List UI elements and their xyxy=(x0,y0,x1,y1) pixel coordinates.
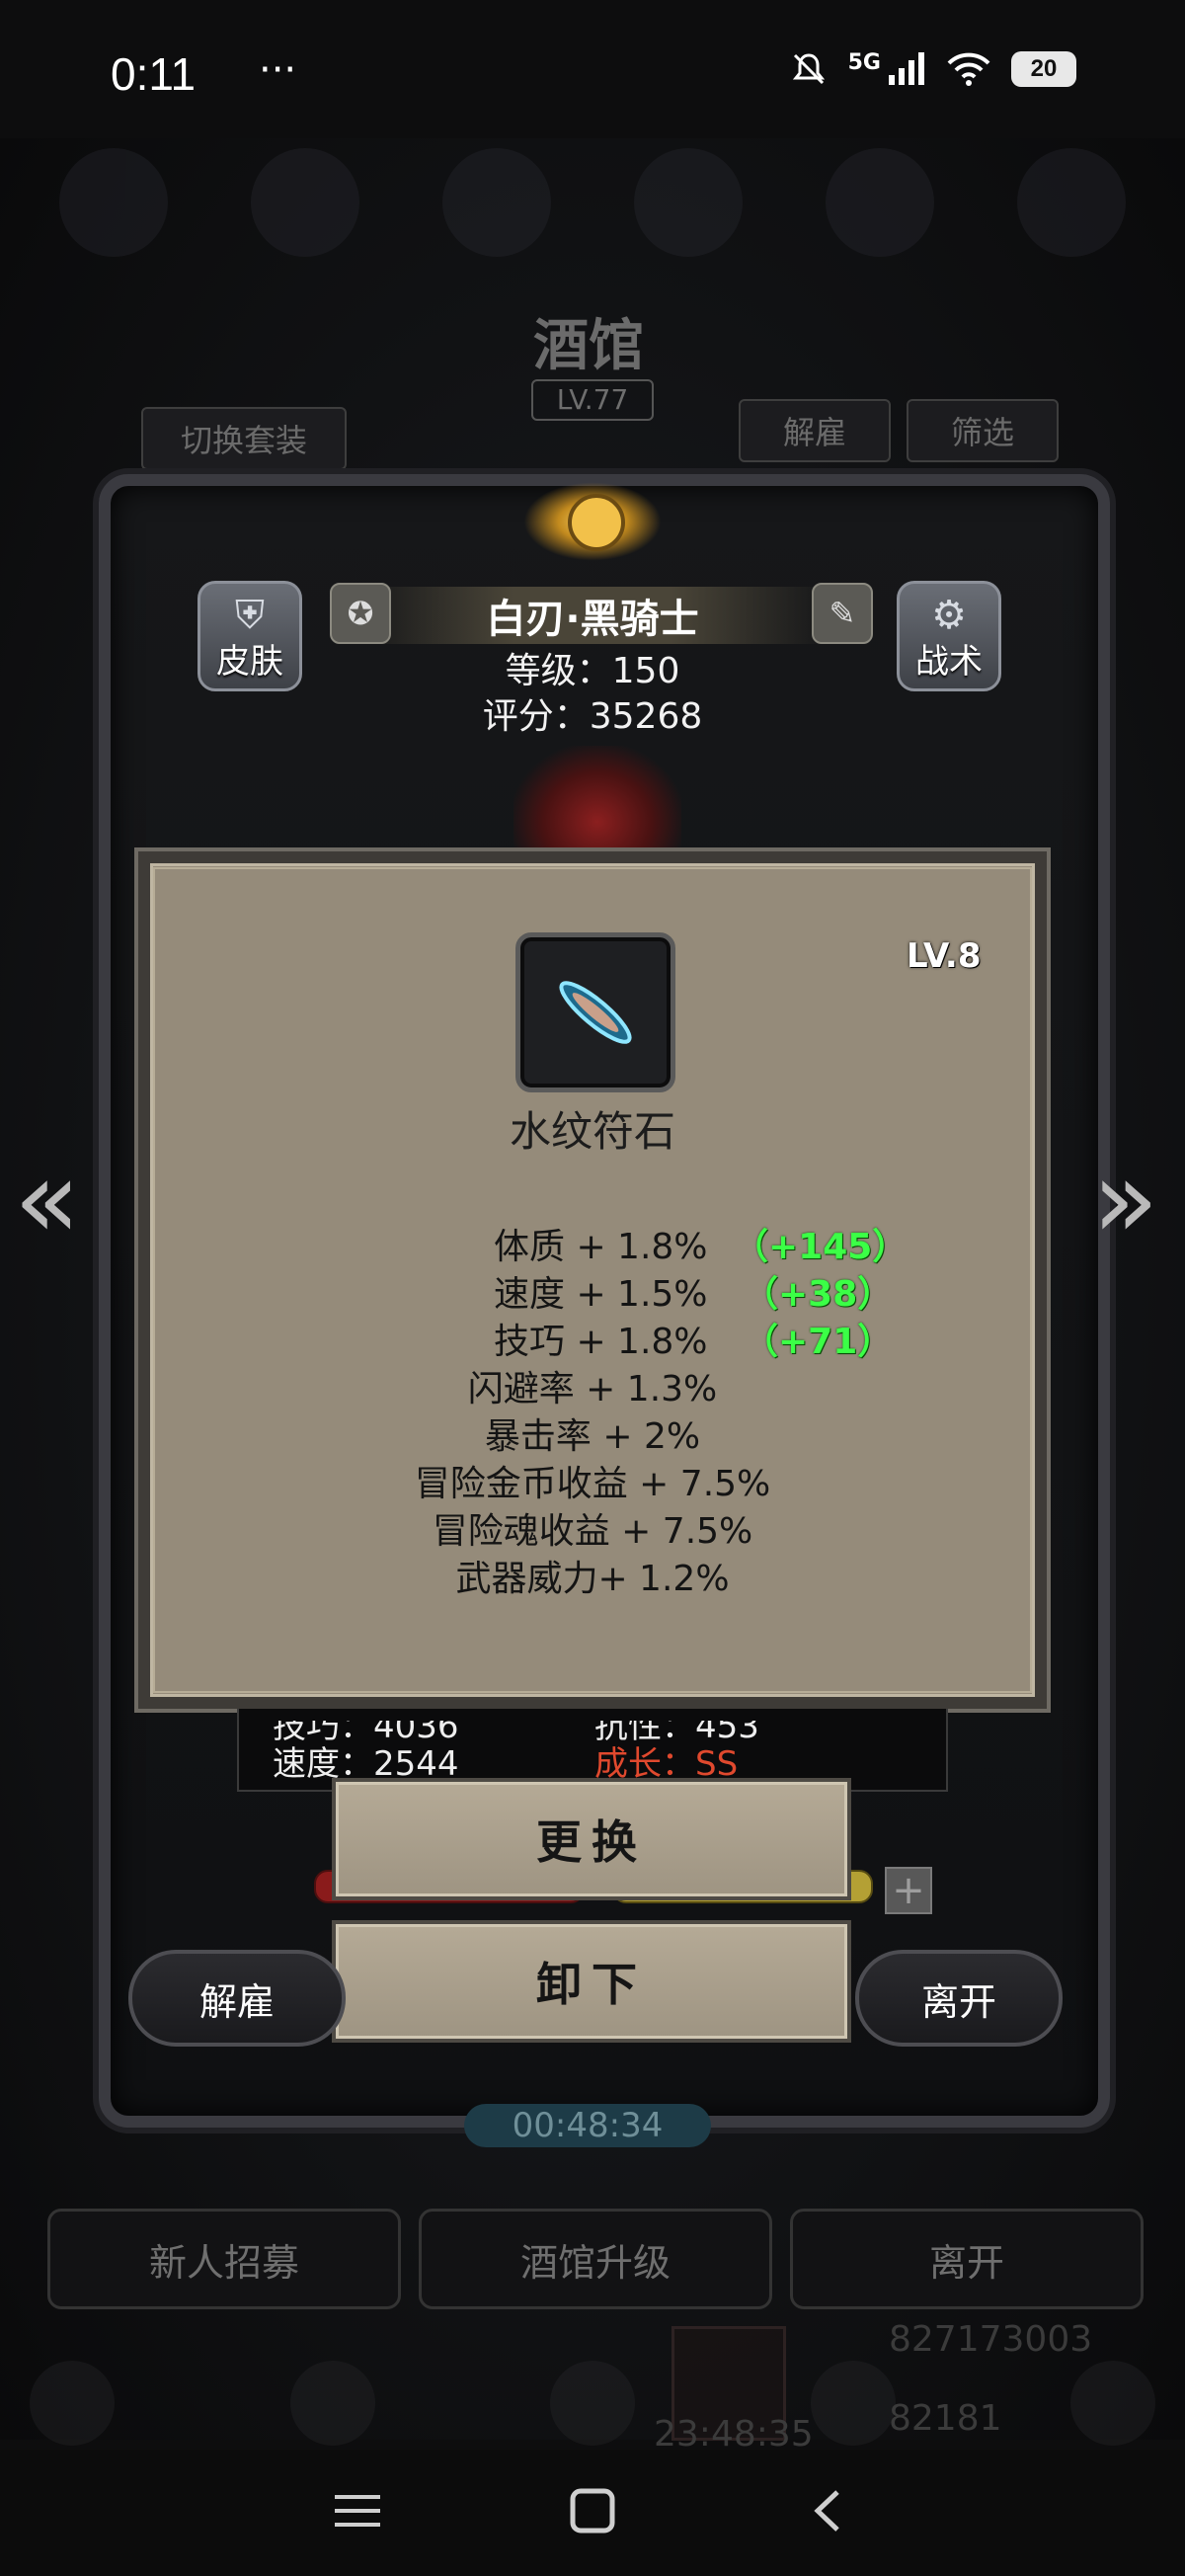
dismiss-button[interactable]: 解雇 xyxy=(128,1950,346,2047)
switch-outfit-button[interactable]: 切换套装 xyxy=(141,407,347,470)
dismiss-top-button[interactable]: 解雇 xyxy=(739,399,891,462)
dismiss-top-label: 解雇 xyxy=(782,414,846,451)
replace-button[interactable]: 更换 xyxy=(332,1778,851,1900)
switch-outfit-label: 切换套装 xyxy=(180,422,307,459)
leave-label: 离开 xyxy=(920,1979,996,2024)
filter-label: 筛选 xyxy=(950,414,1014,451)
background-timer: 00:48:34 xyxy=(464,2104,711,2147)
item-name: 水纹符石 xyxy=(509,1107,675,1156)
attr-dodge: 闪避率 + 1.3% xyxy=(467,1369,718,1409)
leave-tavern-button[interactable]: 离开 xyxy=(790,2209,1144,2309)
battery-icon: 20 xyxy=(1011,51,1076,87)
attr-crit: 暴击率 + 2% xyxy=(484,1416,701,1457)
dismiss-label: 解雇 xyxy=(198,1979,275,2024)
menu-icon[interactable] xyxy=(550,2361,635,2446)
tavern-level: LV.77 xyxy=(531,379,654,421)
bg-skill-icon xyxy=(251,148,359,257)
mute-icon xyxy=(792,53,825,85)
back-nav-icon[interactable] xyxy=(798,2481,857,2540)
hero-name-plate: 白刃·黑骑士 xyxy=(356,587,830,644)
menu-icon[interactable] xyxy=(1070,2361,1155,2446)
replace-label: 更换 xyxy=(536,1815,647,1869)
recruit-label: 新人招募 xyxy=(148,2240,299,2285)
wifi-icon xyxy=(947,52,990,86)
more-notifications-icon: ··· xyxy=(259,47,297,93)
network-label: 5G xyxy=(847,49,881,75)
attr-speed: 速度 + 1.5% xyxy=(494,1274,708,1315)
bg-skill-icon xyxy=(634,148,743,257)
leave-tavern-label: 离开 xyxy=(928,2240,1004,2285)
attr-constitution: 体质 + 1.8% xyxy=(494,1227,708,1267)
add-icon[interactable]: + xyxy=(885,1867,932,1914)
emblem-icon xyxy=(568,494,625,551)
bonus-speed: （+38） xyxy=(743,1274,894,1315)
rune-stone-icon xyxy=(515,932,675,1092)
bg-avatar-icon xyxy=(59,148,168,257)
menu-icon[interactable] xyxy=(30,2361,115,2446)
recruit-button[interactable]: 新人招募 xyxy=(47,2209,401,2309)
unequip-button[interactable]: 卸下 xyxy=(332,1920,851,2043)
bg-skill-icon xyxy=(1017,148,1126,257)
edit-name-icon[interactable]: ✎ xyxy=(812,583,873,644)
tavern-upgrade-label: 酒馆升级 xyxy=(519,2240,671,2285)
leave-button[interactable]: 离开 xyxy=(855,1950,1063,2047)
gift-timer: 23:48:35 xyxy=(654,2414,814,2455)
bg-skill-icon xyxy=(826,148,934,257)
medal-icon[interactable]: ✪ xyxy=(330,583,391,644)
bg-skill-icon xyxy=(442,148,551,257)
battery-level: 20 xyxy=(1030,55,1058,82)
rune-stone-graphic xyxy=(559,981,632,1044)
attr-weapon-power: 武器威力+ 1.2% xyxy=(455,1559,730,1599)
gold-amount: 827173003 xyxy=(889,2319,1093,2360)
tavern-upgrade-button[interactable]: 酒馆升级 xyxy=(419,2209,772,2309)
hero-name: 白刃·黑骑士 xyxy=(486,597,699,642)
menu-nav-icon[interactable] xyxy=(328,2481,387,2540)
bonus-constitution: （+145） xyxy=(733,1227,908,1267)
signal-icon xyxy=(889,52,924,85)
status-icons: 5G 20 xyxy=(789,49,1076,89)
filter-button[interactable]: 筛选 xyxy=(907,399,1059,462)
hero-level: 等级：150 xyxy=(505,651,680,691)
attr-soul-gain: 冒险魂收益 + 7.5% xyxy=(432,1511,753,1552)
home-nav-icon[interactable] xyxy=(563,2481,622,2540)
gem-amount: 82181 xyxy=(889,2398,1002,2439)
menu-icon[interactable] xyxy=(289,2361,375,2446)
bonus-skill: （+71） xyxy=(743,1322,894,1362)
attr-skill: 技巧 + 1.8% xyxy=(494,1322,708,1362)
menu-icon[interactable] xyxy=(810,2361,896,2446)
armor-icon: ⛨ xyxy=(235,593,265,638)
clock: 0:11 xyxy=(111,48,197,100)
gear-icon: ⚙ xyxy=(931,593,967,638)
hero-score: 评分：35268 xyxy=(482,696,703,737)
unequip-label: 卸下 xyxy=(536,1958,647,2011)
background-top-icons xyxy=(59,148,1126,257)
attr-gold-gain: 冒险金币收益 + 7.5% xyxy=(414,1464,771,1504)
item-level: LV.8 xyxy=(907,936,982,976)
tavern-title: 酒馆 xyxy=(533,313,644,378)
hero-portrait xyxy=(514,746,681,854)
status-bar: 0:11 ··· 5G 20 xyxy=(0,0,1185,148)
